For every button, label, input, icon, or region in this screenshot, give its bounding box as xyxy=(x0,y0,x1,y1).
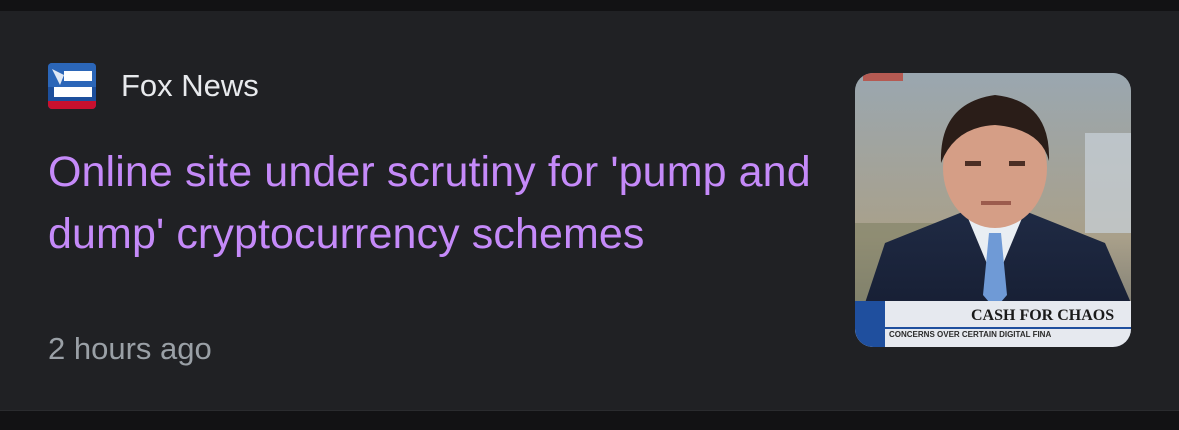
top-divider xyxy=(0,0,1179,11)
chyron-sub-text: CONCERNS OVER CERTAIN DIGITAL FINA xyxy=(889,330,1051,339)
chyron-main-text: CASH FOR CHAOS xyxy=(971,307,1114,324)
bottom-divider xyxy=(0,410,1179,430)
article-headline[interactable]: Online site under scrutiny for 'pump and… xyxy=(48,141,818,265)
source-name: Fox News xyxy=(121,68,259,103)
news-article-card[interactable]: Fox News Online site under scrutiny for … xyxy=(0,11,1179,410)
fox-news-logo-icon xyxy=(48,63,96,109)
article-source: Fox News xyxy=(48,63,259,109)
article-thumbnail[interactable]: CASH FOR CHAOS CONCERNS OVER CERTAIN DIG… xyxy=(855,73,1131,347)
article-timestamp: 2 hours ago xyxy=(48,331,212,366)
